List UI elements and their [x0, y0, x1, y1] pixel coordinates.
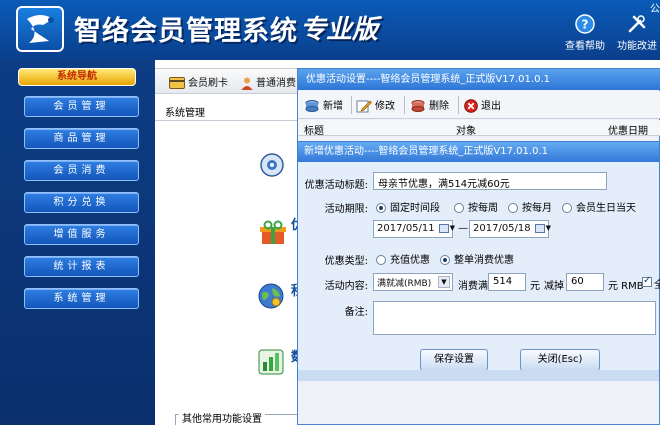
toolbar-separator — [458, 96, 459, 114]
calendar-icon — [534, 223, 545, 233]
remark-label: 备注: — [344, 307, 368, 318]
title-label: 优惠活动标题: — [304, 180, 368, 191]
points-globe-icon[interactable] — [257, 282, 285, 310]
period-monthly-radio[interactable]: 按每月 — [508, 199, 552, 214]
extra-checkbox[interactable] — [642, 275, 652, 287]
type-label: 优惠类型: — [324, 256, 368, 267]
spend-label: 消费满 — [458, 281, 488, 292]
breadcrumb: 系统管理 — [165, 108, 205, 119]
deduct-amount-input[interactable]: 60 — [566, 273, 604, 291]
toolbar-separator — [351, 96, 352, 114]
nav-item-product[interactable]: 商品管理 — [24, 128, 139, 149]
swipe-card-button[interactable]: 会员刷卡 — [169, 74, 228, 89]
list-grid-header: 标题 对象 优惠日期 — [298, 120, 660, 137]
exit-button[interactable]: 退出 — [464, 97, 501, 113]
radio-dot — [376, 255, 386, 265]
exit-icon — [464, 99, 478, 113]
dialog-footer — [298, 370, 659, 381]
list-window-title: 优惠活动设置----智络会员管理系统_正式版V17.01.0.1 — [298, 69, 660, 90]
delete-icon — [411, 100, 425, 112]
radio-dot — [440, 255, 450, 265]
rmb-unit: 元 RMB — [608, 281, 644, 292]
deduct-label: 减掉 — [544, 281, 564, 292]
list-window-toolbar: 新增 修改 删除 退出 — [298, 91, 660, 119]
other-settings-label: 其他常用功能设置 — [179, 410, 265, 425]
svg-text:?: ? — [582, 18, 589, 32]
app-header: 智络会员管理系统 专业版 公 ? 查看帮助 功能改进 — [0, 0, 660, 60]
content-label: 活动内容: — [324, 281, 368, 292]
delete-button[interactable]: 删除 — [410, 97, 449, 113]
nav-item-points[interactable]: 积分兑换 — [24, 192, 139, 213]
add-button[interactable]: 新增 — [304, 97, 343, 113]
new-discount-dialog: 新增优惠活动----智络会员管理系统_正式版V17.01.0.1 优惠活动标题:… — [297, 141, 660, 381]
radio-dot — [454, 203, 464, 213]
column-header-title[interactable]: 标题 — [304, 122, 324, 137]
toolbar-separator — [404, 96, 405, 114]
sidebar-nav: 系统导航 会员管理 商品管理 会员消费 积分兑换 增值服务 统计报表 系统管理 — [0, 60, 155, 425]
dropdown-arrow-icon: ▼ — [545, 224, 552, 232]
normal-consume-button[interactable]: 普通消费 — [241, 74, 296, 90]
extra-checkbox-label: 全 — [654, 280, 660, 291]
type-recharge-radio[interactable]: 充值优惠 — [376, 251, 430, 266]
nav-item-system[interactable]: 系统管理 — [24, 288, 139, 309]
radio-dot — [562, 203, 572, 213]
calendar-icon — [438, 223, 449, 233]
person-icon — [241, 77, 253, 90]
improve-label: 功能改进 — [617, 41, 657, 52]
close-button[interactable]: 关闭(Esc) — [520, 349, 600, 371]
improve-button[interactable]: 功能改进 — [608, 14, 660, 52]
yuan-unit: 元 — [530, 281, 540, 292]
type-order-radio[interactable]: 整单消费优惠 — [440, 251, 514, 266]
nav-header: 系统导航 — [18, 68, 136, 86]
save-button[interactable]: 保存设置 — [420, 349, 488, 371]
discount-title-input[interactable]: 母亲节优惠，满514元减60元 — [373, 172, 607, 190]
settings-globe-icon[interactable] — [259, 152, 285, 178]
nav-item-reports[interactable]: 统计报表 — [24, 256, 139, 277]
nav-item-value-added[interactable]: 增值服务 — [24, 224, 139, 245]
edit-button[interactable]: 修改 — [356, 97, 395, 113]
corner-text: 公 — [650, 4, 660, 15]
period-weekly-radio[interactable]: 按每周 — [454, 199, 498, 214]
period-birthday-radio[interactable]: 会员生日当天 — [562, 199, 636, 214]
help-icon: ? — [575, 14, 595, 34]
tools-icon — [628, 15, 646, 33]
app-logo-icon — [16, 6, 64, 52]
edit-icon — [356, 100, 372, 113]
dropdown-arrow-icon: ▼ — [438, 276, 450, 288]
data-chart-icon[interactable] — [257, 348, 285, 376]
column-header-target[interactable]: 对象 — [456, 122, 476, 137]
period-label: 活动期限: — [324, 204, 368, 215]
spend-amount-input[interactable]: 514 — [488, 273, 526, 291]
nav-item-consume[interactable]: 会员消费 — [24, 160, 139, 181]
dropdown-arrow-icon: ▼ — [449, 224, 456, 232]
nav-item-member[interactable]: 会员管理 — [24, 96, 139, 117]
help-label: 查看帮助 — [565, 41, 605, 52]
radio-dot — [508, 203, 518, 213]
app-title: 智络会员管理系统 — [74, 16, 298, 47]
column-header-date[interactable]: 优惠日期 — [608, 122, 648, 137]
end-date-picker[interactable]: 2017/05/18 ▼ — [469, 220, 552, 238]
start-date-picker[interactable]: 2017/05/11 ▼ — [373, 220, 456, 238]
card-icon — [169, 77, 185, 89]
add-icon — [305, 100, 319, 112]
content-type-select[interactable]: 满就减(RMB) ▼ — [373, 273, 453, 291]
gift-icon[interactable] — [259, 220, 287, 246]
app-edition: 专业版 — [300, 15, 379, 45]
period-fixed-radio[interactable]: 固定时间段 — [376, 199, 440, 214]
date-separator: — — [458, 223, 468, 234]
help-button[interactable]: ? 查看帮助 — [556, 14, 614, 52]
radio-dot — [376, 203, 386, 213]
remark-textarea[interactable] — [373, 301, 656, 335]
dialog-title: 新增优惠活动----智络会员管理系统_正式版V17.01.0.1 — [298, 142, 659, 162]
